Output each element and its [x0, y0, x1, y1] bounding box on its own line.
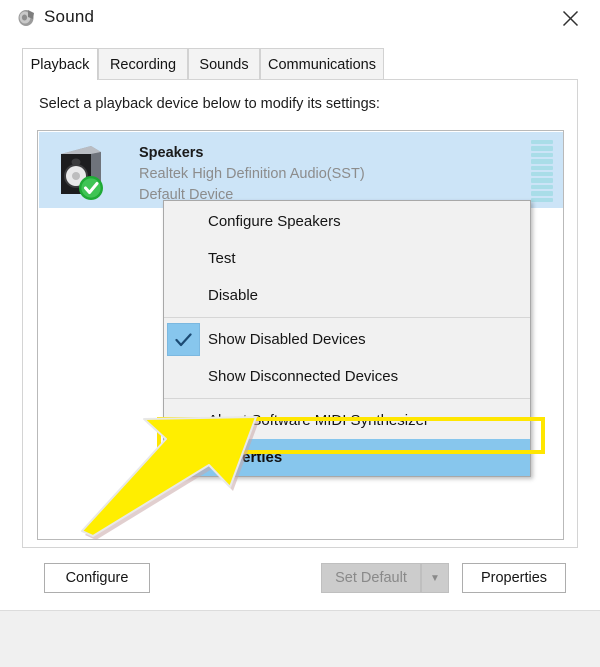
volume-level-meter — [531, 140, 553, 202]
properties-button-label: Properties — [480, 570, 548, 586]
menu-item-label: Show Disabled Devices — [208, 331, 366, 348]
title-bar: Sound — [0, 0, 600, 38]
menu-item-disable[interactable]: Disable — [164, 277, 530, 314]
panel-hint-text: Select a playback device below to modify… — [39, 96, 380, 112]
tab-playback[interactable]: Playback — [22, 48, 98, 80]
menu-item-label: Show Disconnected Devices — [208, 368, 399, 385]
close-icon[interactable] — [548, 2, 592, 34]
configure-button[interactable]: Configure — [44, 563, 150, 593]
menu-item-label: Properties — [208, 449, 283, 466]
menu-separator — [164, 398, 530, 399]
menu-item-label: Disable — [208, 287, 259, 304]
menu-item-properties[interactable]: Properties — [164, 439, 530, 476]
menu-item-configure-speakers[interactable]: Configure Speakers — [164, 203, 530, 240]
menu-item-show-disconnected-devices[interactable]: Show Disconnected Devices — [164, 358, 530, 395]
list-item[interactable]: Speakers Realtek High Definition Audio(S… — [39, 132, 563, 208]
tab-communications-label: Communications — [268, 56, 376, 73]
menu-item-about-software-midi-synthesizer[interactable]: About Software MIDI Synthesizer — [164, 402, 530, 439]
tab-playback-label: Playback — [30, 56, 90, 73]
tab-sounds[interactable]: Sounds — [188, 48, 260, 80]
dialog-button-bar — [0, 610, 600, 667]
checkmark-icon — [167, 323, 200, 356]
chevron-down-icon: ▼ — [430, 572, 440, 584]
tab-strip: Playback Recording Sounds Communications — [22, 48, 580, 80]
configure-button-label: Configure — [65, 570, 129, 586]
device-context-menu[interactable]: Configure Speakers Test Disable Show Dis… — [163, 200, 531, 477]
menu-item-label: Configure Speakers — [208, 213, 341, 230]
menu-item-test[interactable]: Test — [164, 240, 530, 277]
sound-speaker-icon — [16, 7, 38, 29]
tab-recording-label: Recording — [109, 56, 177, 73]
properties-button[interactable]: Properties — [462, 563, 566, 593]
menu-item-label: About Software MIDI Synthesizer — [208, 412, 429, 429]
set-default-button[interactable]: Set Default — [321, 563, 421, 593]
set-default-button-label: Set Default — [335, 570, 407, 586]
device-driver: Realtek High Definition Audio(SST) — [139, 166, 365, 182]
tab-communications[interactable]: Communications — [260, 48, 384, 80]
tab-recording[interactable]: Recording — [98, 48, 188, 80]
menu-separator — [164, 317, 530, 318]
speaker-device-icon — [51, 140, 113, 202]
device-name: Speakers — [139, 145, 204, 161]
sound-dialog: Sound Playback Recording Sounds Communic… — [0, 0, 600, 667]
tab-sounds-label: Sounds — [199, 56, 249, 73]
menu-item-show-disabled-devices[interactable]: Show Disabled Devices — [164, 321, 530, 358]
menu-item-label: Test — [208, 250, 236, 267]
window-title: Sound — [44, 7, 95, 26]
set-default-dropdown-arrow-icon[interactable]: ▼ — [421, 563, 449, 593]
